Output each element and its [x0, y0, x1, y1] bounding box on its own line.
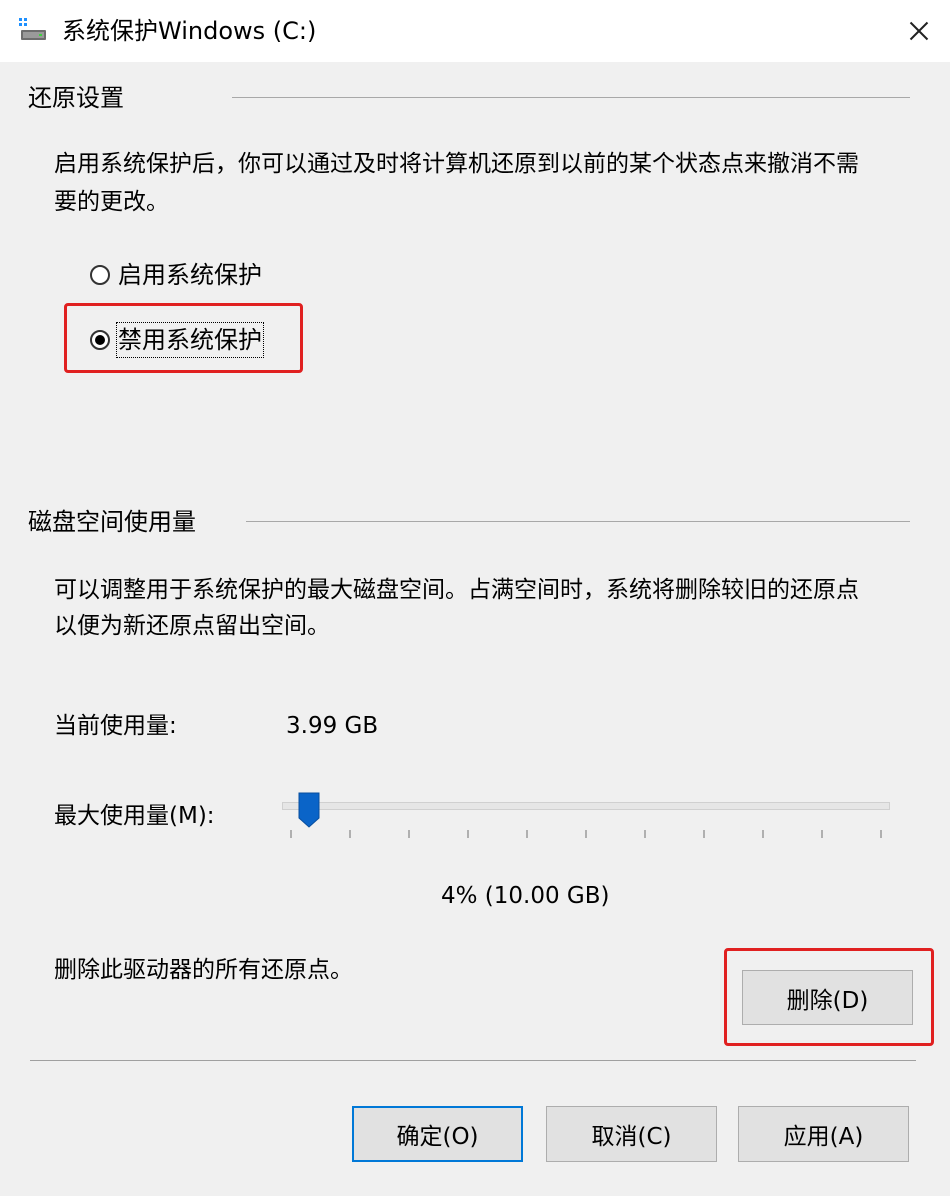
highlight-box — [724, 948, 934, 1046]
delete-restore-points-text: 删除此驱动器的所有还原点。 — [54, 957, 353, 983]
radio-label-enable: 启用系统保护 — [118, 261, 262, 289]
max-usage-slider-track[interactable] — [282, 802, 890, 810]
group-divider — [246, 521, 910, 522]
close-icon[interactable] — [888, 0, 950, 62]
radio-enable-protection[interactable]: 启用系统保护 — [90, 259, 262, 291]
group-divider — [232, 97, 910, 98]
slider-tick — [290, 830, 292, 838]
disk-space-heading: 磁盘空间使用量 — [28, 508, 196, 536]
window-title: 系统保护Windows (C:) — [62, 17, 317, 45]
slider-tick — [349, 830, 351, 838]
disk-description-line1: 可以调整用于系统保护的最大磁盘空间。占满空间时，系统将删除较旧的还原点 — [54, 577, 859, 603]
cancel-button[interactable]: 取消(C) — [546, 1106, 717, 1162]
slider-tick — [821, 830, 823, 838]
restore-description-line2: 要的更改。 — [54, 189, 169, 215]
slider-tick — [880, 830, 882, 838]
apply-button[interactable]: 应用(A) — [738, 1106, 909, 1162]
slider-tick — [703, 830, 705, 838]
max-usage-label: 最大使用量(M): — [54, 803, 215, 829]
slider-tick — [526, 830, 528, 838]
restore-settings-heading: 还原设置 — [28, 84, 124, 112]
slider-tick — [585, 830, 587, 838]
footer-divider — [30, 1060, 916, 1061]
slider-tick — [408, 830, 410, 838]
slider-tick — [644, 830, 646, 838]
max-usage-slider-thumb[interactable] — [298, 792, 320, 828]
slider-tick — [467, 830, 469, 838]
ok-button[interactable]: 确定(O) — [352, 1106, 523, 1162]
drive-icon — [19, 18, 46, 40]
radio-button[interactable] — [90, 265, 110, 285]
current-usage-value: 3.99 GB — [286, 713, 379, 739]
restore-description-line1: 启用系统保护后，你可以通过及时将计算机还原到以前的某个状态点来撤消不需 — [54, 151, 859, 177]
slider-tick — [762, 830, 764, 838]
current-usage-label: 当前使用量: — [54, 713, 177, 739]
max-usage-value: 4% (10.00 GB) — [441, 883, 610, 909]
disk-description-line2: 以便为新还原点留出空间。 — [54, 613, 330, 639]
title-bar: 系统保护Windows (C:) — [0, 0, 950, 62]
highlight-box — [64, 303, 303, 373]
